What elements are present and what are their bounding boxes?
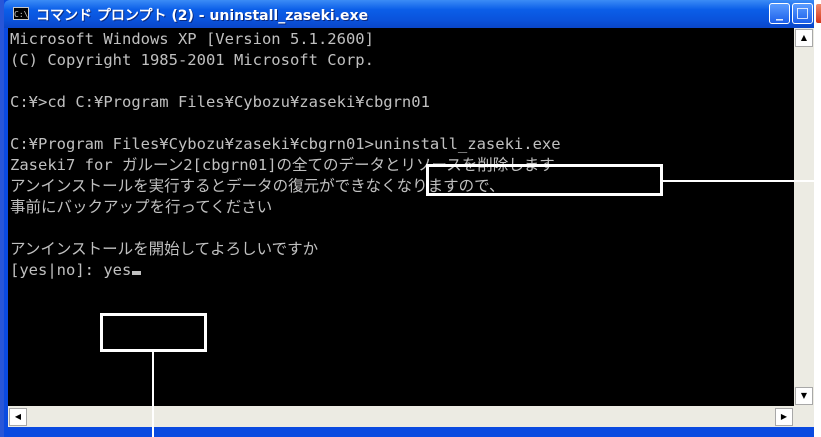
- cmd-icon[interactable]: C:\: [13, 7, 29, 20]
- window-title: コマンド プロンプト (2) - uninstall_zaseki.exe: [36, 8, 369, 24]
- scroll-up-button[interactable]: ▲: [795, 29, 813, 47]
- console-line: 事前にバックアップを行ってください: [10, 198, 273, 216]
- answer-leader-line: [152, 352, 154, 437]
- console-prompt-line[interactable]: [yes|no]: yes: [10, 260, 794, 281]
- title-bar[interactable]: C:\ コマンド プロンプト (2) - uninstall_zaseki.ex…: [4, 0, 814, 28]
- vertical-scrollbar[interactable]: ▲ ▼: [794, 28, 814, 406]
- resize-grip[interactable]: [794, 406, 814, 427]
- console-line: Zaseki7 for ガルーン2[cbgrn01]の全てのデータとリソースを削…: [10, 156, 555, 174]
- command-highlight-box: [426, 164, 663, 196]
- window-bottom-border: [4, 427, 814, 437]
- minimize-button[interactable]: _: [769, 3, 790, 24]
- maximize-button[interactable]: □: [792, 3, 813, 24]
- horizontal-scrollbar[interactable]: ◀ ▶: [8, 406, 794, 427]
- console-line: C:¥Program Files¥Cybozu¥zaseki¥cbgrn01>u…: [10, 135, 561, 153]
- console-line: (C) Copyright 1985-2001 Microsoft Corp.: [10, 51, 374, 69]
- console-line: アンインストールを開始してよろしいですか: [10, 240, 319, 258]
- scroll-left-button[interactable]: ◀: [9, 408, 27, 426]
- text-cursor: [132, 271, 142, 275]
- scroll-right-button[interactable]: ▶: [775, 408, 793, 426]
- console-line: C:¥>cd C:¥Program Files¥Cybozu¥zaseki¥cb…: [10, 93, 430, 111]
- answer-highlight-box: [100, 313, 207, 352]
- scroll-down-button[interactable]: ▼: [795, 387, 813, 405]
- command-prompt-window: C:\ コマンド プロンプト (2) - uninstall_zaseki.ex…: [0, 0, 814, 437]
- console-prompt-text: [yes|no]: yes: [10, 261, 132, 279]
- close-button[interactable]: ×: [815, 3, 821, 24]
- console-line: Microsoft Windows XP [Version 5.1.2600]: [10, 30, 374, 48]
- command-leader-line: [663, 180, 821, 182]
